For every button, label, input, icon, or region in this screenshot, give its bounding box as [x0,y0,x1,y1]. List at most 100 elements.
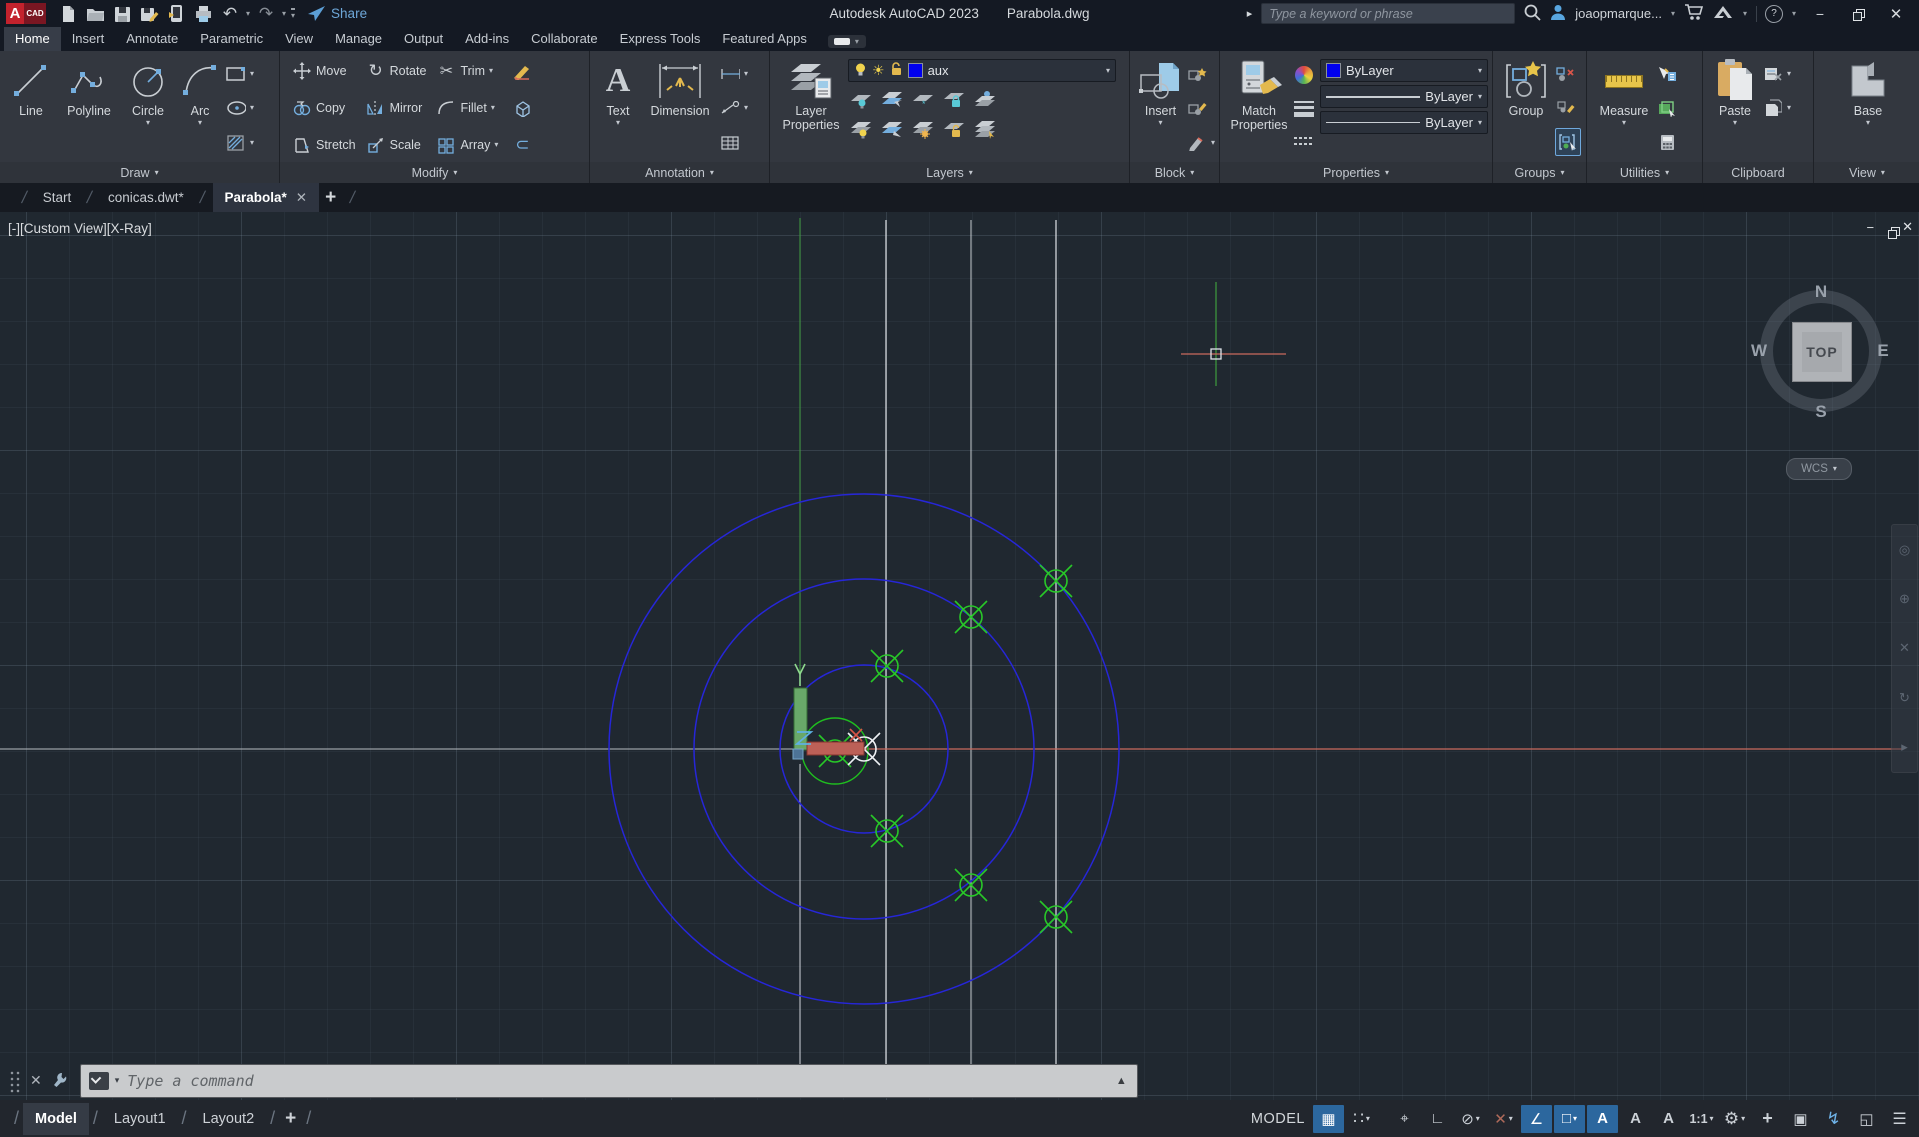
command-customize-icon[interactable] [52,1071,68,1091]
circle-caret-icon[interactable]: ▾ [146,119,150,127]
base-caret-icon[interactable]: ▾ [1866,119,1870,127]
search-icon[interactable] [1523,3,1541,24]
viewcube-top-face[interactable]: TOP [1792,322,1852,382]
stretch-button[interactable]: Stretch [292,132,356,158]
tab-express-tools[interactable]: Express Tools [609,27,712,51]
panel-label-view[interactable]: View▾ [1814,162,1919,183]
viewcube-west[interactable]: W [1751,341,1767,361]
viewport-close-icon[interactable]: ✕ [1902,219,1913,235]
panel-label-block[interactable]: Block▾ [1130,162,1219,183]
clean-screen-button[interactable]: ◱ [1851,1105,1882,1133]
nav-pan-icon[interactable]: ⊕ [1899,591,1910,607]
arc-button[interactable]: Arc ▾ [176,55,224,162]
file-tab-close-icon[interactable]: ✕ [296,190,307,206]
help-caret-icon[interactable]: ▾ [1792,9,1796,18]
ellipse-caret-icon[interactable]: ▾ [250,104,254,112]
explode-box-icon[interactable] [512,98,532,118]
measure-button[interactable]: Measure ▾ [1593,55,1655,162]
tab-annotate[interactable]: Annotate [115,27,189,51]
workspace-switching[interactable]: ⚙▾ [1719,1105,1750,1133]
line-button[interactable]: Line [6,55,56,162]
cut-caret-icon[interactable]: ▾ [1787,70,1791,78]
panel-label-annotation[interactable]: Annotation▾ [590,162,769,183]
snap-toggle[interactable]: ∷▾ [1346,1105,1377,1133]
new-drawing-tab-button[interactable]: + [319,187,342,209]
save-as-icon[interactable] [137,3,161,25]
erase-icon[interactable] [512,61,532,81]
linear-dimension-icon[interactable] [720,64,740,84]
hatch-icon[interactable] [226,133,246,153]
rotate-button[interactable]: ↻Rotate [366,58,427,84]
viewport-minimize-icon[interactable]: − [1867,220,1875,235]
paste-button[interactable]: Paste ▾ [1709,55,1761,162]
layout-tab-layout2[interactable]: Layout2 [191,1103,267,1135]
layer-freeze-tool-icon[interactable]: * [910,87,936,111]
user-name[interactable]: joaopmarque... [1575,6,1662,21]
copy-clip-caret-icon[interactable]: ▾ [1787,104,1791,112]
layer-lock-tool-icon[interactable] [941,87,967,111]
command-line-bar[interactable]: ▾ ▲ [80,1064,1138,1098]
layer-dropdown-caret-icon[interactable]: ▾ [1106,67,1110,75]
status-customize-menu[interactable]: ☰ [1884,1105,1915,1133]
undo-caret-icon[interactable]: ▾ [246,9,250,18]
polyline-button[interactable]: Polyline [58,55,120,162]
arc-caret-icon[interactable]: ▾ [198,119,202,127]
circle-button[interactable]: Circle ▾ [122,55,174,162]
panel-label-groups[interactable]: Groups▾ [1493,162,1586,183]
layer-make-current-tool-icon[interactable] [879,87,905,111]
user-caret-icon[interactable]: ▾ [1671,9,1675,18]
calculator-icon[interactable] [1657,133,1677,153]
autodesk-logo-icon[interactable] [1712,4,1734,23]
tab-view[interactable]: View [274,27,324,51]
trim-button[interactable]: ✂Trim▾ [436,58,498,84]
command-close-icon[interactable]: ✕ [30,1072,42,1089]
viewcube-north[interactable]: N [1815,282,1827,302]
measure-caret-icon[interactable]: ▾ [1622,119,1626,127]
window-minimize-button[interactable]: − [1805,3,1835,25]
qat-customize-icon[interactable]: ▾ [291,8,295,20]
layer-properties-button[interactable]: LayerProperties [776,55,846,162]
lineweight-dropdown[interactable]: ByLayer ▾ [1320,85,1488,108]
command-window-grip[interactable] [8,1069,20,1093]
file-tab-start[interactable]: Start [35,185,80,210]
text-caret-icon[interactable]: ▾ [616,119,620,127]
insert-button[interactable]: Insert ▾ [1136,55,1185,162]
undo-icon[interactable]: ↶ [218,3,242,25]
layer-color-swatch[interactable] [908,63,923,78]
paste-caret-icon[interactable]: ▾ [1733,119,1737,127]
viewcube-south[interactable]: S [1815,402,1826,422]
nav-motion-icon[interactable]: ▸ [1901,739,1908,755]
tab-collaborate[interactable]: Collaborate [520,27,609,51]
insert-caret-icon[interactable]: ▾ [1158,119,1162,127]
cut-icon[interactable] [1763,64,1783,84]
fillet-button[interactable]: Fillet▾ [436,95,498,121]
redo-caret-icon[interactable]: ▾ [282,9,286,18]
command-prompt-icon[interactable] [89,1072,109,1090]
base-button[interactable]: Base ▾ [1839,55,1897,162]
dimension-button[interactable]: Dimension [642,55,718,162]
command-input[interactable] [125,1071,1110,1091]
ellipse-icon[interactable] [226,98,246,118]
layer-unlock-icon[interactable] [890,62,903,79]
rectangle-icon[interactable] [226,64,246,84]
layer-match-tool-icon[interactable] [972,87,998,111]
tab-parametric[interactable]: Parametric [189,27,274,51]
tab-featured-apps[interactable]: Featured Apps [711,27,818,51]
match-properties-button[interactable]: MatchProperties [1226,55,1292,162]
layer-on-icon[interactable] [854,62,867,80]
cart-icon[interactable] [1684,4,1704,24]
group-selection-toggle[interactable] [1555,128,1581,156]
isometric-drafting-toggle[interactable]: ∠ [1521,1105,1552,1133]
isolate-objects-button[interactable]: ▣ [1785,1105,1816,1133]
share-button[interactable]: Share [308,6,367,21]
panel-label-utilities[interactable]: Utilities▾ [1587,162,1702,183]
nav-zoom-icon[interactable]: ✕ [1899,640,1910,656]
tab-manage[interactable]: Manage [324,27,393,51]
annotation-autoscale-toggle[interactable]: A [1620,1105,1651,1133]
quick-calc-icon[interactable] [1657,98,1677,118]
nav-wheel-icon[interactable]: ◎ [1899,542,1910,558]
linetype-dropdown[interactable]: ByLayer ▾ [1320,111,1488,134]
redo-icon[interactable]: ↷ [254,3,278,25]
model-space-toggle[interactable]: MODEL [1251,1111,1305,1127]
autodesk-caret-icon[interactable]: ▾ [1743,9,1747,18]
